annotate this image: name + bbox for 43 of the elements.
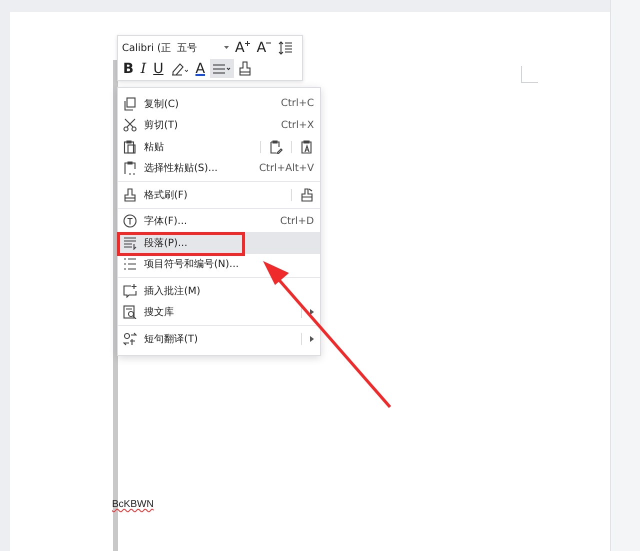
clipboard-icon: [123, 140, 137, 154]
caret-icon: [224, 46, 229, 49]
brush-icon: [300, 188, 314, 202]
copy-icon: [123, 96, 137, 111]
list-icon: [123, 257, 137, 272]
document-text: BcKBWN: [112, 499, 154, 510]
italic-button[interactable]: I: [138, 59, 148, 78]
menu-item[interactable]: 复制(C) Ctrl+C: [118, 93, 320, 114]
menu-item[interactable]: 选择性粘贴(S)... Ctrl+Alt+V: [118, 158, 320, 179]
scissors-icon: [123, 118, 137, 132]
menu-item[interactable]: 粘贴: [118, 136, 320, 158]
comment-icon: [123, 284, 137, 298]
menu-item[interactable]: 项目符号和编号(N)...: [118, 254, 320, 275]
font-color-button[interactable]: A: [193, 59, 208, 78]
underline-button[interactable]: U: [151, 59, 166, 78]
paste-text-icon: [300, 140, 314, 154]
menu-item[interactable]: 剪切(T) Ctrl+X: [118, 114, 320, 136]
clipboard-icon: [123, 161, 137, 176]
plus-icon: [244, 41, 250, 46]
minus-icon: [266, 42, 272, 44]
menu-item[interactable]: 字体(F)... Ctrl+D: [118, 210, 320, 232]
menu-item[interactable]: 格式刷(F): [118, 184, 320, 206]
align-icon: [212, 62, 232, 76]
format-painter-button[interactable]: [237, 59, 254, 78]
menu-item[interactable]: 插入批注(M): [118, 280, 320, 302]
menu-item[interactable]: 短句翻译(T): [118, 328, 320, 350]
translate-icon: [123, 332, 137, 346]
paragraph-icon: [123, 236, 137, 250]
grow-font-button[interactable]: A: [233, 38, 252, 57]
margin-corner-mark: [521, 66, 538, 83]
brush-icon: [123, 188, 137, 202]
highlighter-icon: [170, 62, 188, 76]
menu-item[interactable]: 搜文库: [118, 302, 320, 323]
search-document-icon: [123, 305, 137, 320]
submenu-arrow-icon: [310, 309, 314, 316]
align-button[interactable]: [210, 59, 234, 78]
bold-button[interactable]: B: [121, 59, 136, 78]
font-icon: [123, 214, 137, 228]
submenu-arrow-icon: [310, 336, 314, 342]
line-spacing-icon: [278, 40, 294, 54]
shrink-font-button[interactable]: A: [254, 38, 274, 57]
paste-icon: [269, 140, 283, 154]
brush-icon: [239, 61, 252, 76]
